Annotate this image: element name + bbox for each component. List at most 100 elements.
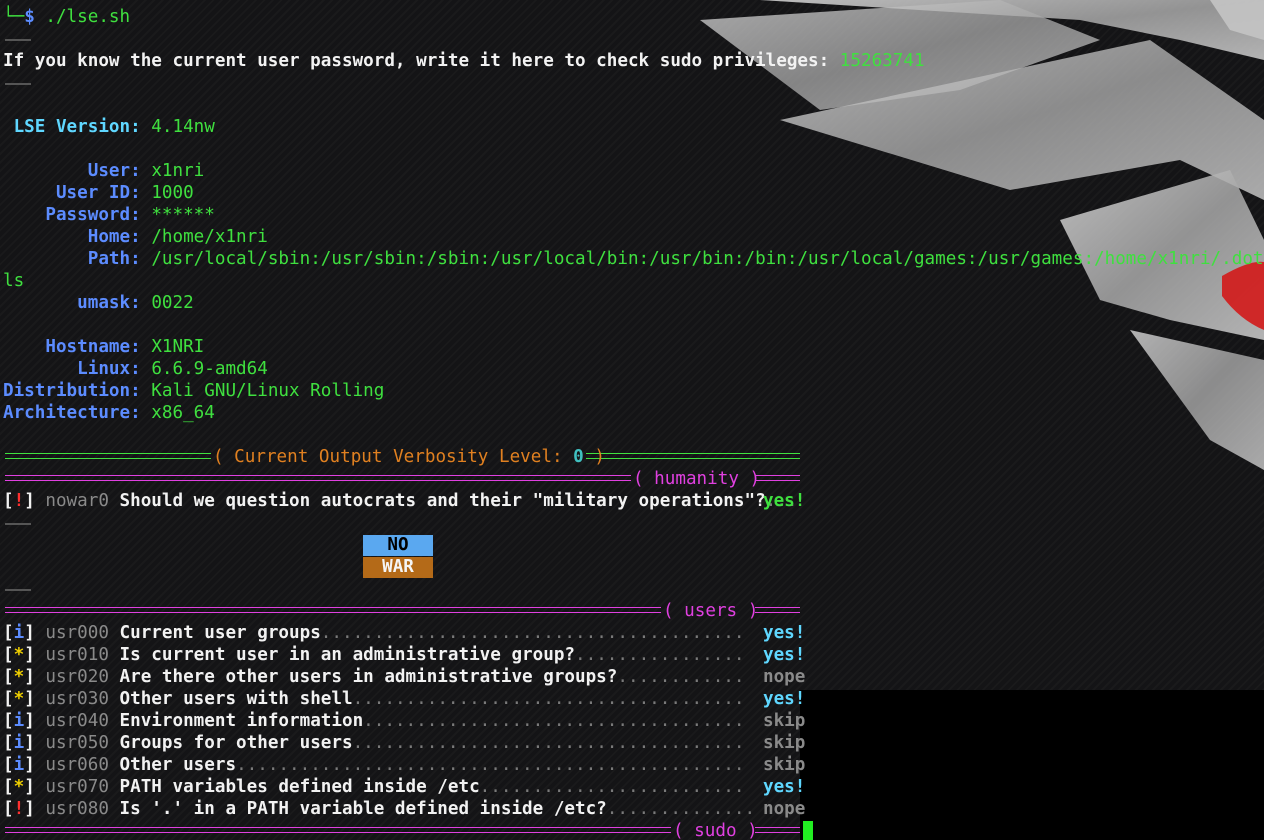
check-id: usr010 [45,645,109,665]
system-row-distribution: Distribution: Kali GNU/Linux Rolling [3,380,384,402]
check-text: Groups for other users [119,733,353,753]
check-result: yes! [763,623,806,643]
password-prompt-line: If you know the current user password, w… [3,50,925,72]
check-marker: ! [13,491,25,511]
verbosity-rule-left [5,453,211,459]
system-value: Kali GNU/Linux Rolling [151,381,385,401]
command-text: ./lse.sh [45,7,131,27]
info-value: /home/x1nri [151,227,268,247]
check-id: usr060 [45,755,109,775]
check-row-usr020: [*] usr020 Are there other users in admi… [3,667,745,687]
check-marker: i [13,623,25,643]
check-id: usr050 [45,733,109,753]
check-id: usr000 [45,623,109,643]
password-prompt-question: If you know the current user password, w… [3,51,830,71]
check-dots: ........................................… [236,755,745,775]
system-value: X1NRI [151,337,205,357]
check-text: Are there other users in administrative … [119,667,618,687]
check-dots: ........................................ [320,623,745,643]
system-label: Architecture: [3,403,141,423]
check-row-usr030: [*] usr030 Other users with shell.......… [3,689,745,709]
check-marker: i [13,711,25,731]
info-row-umask: umask: 0022 [3,292,194,314]
check-dots: .................................... [363,711,745,731]
info-value: x1nri [151,161,205,181]
check-dots: .............. [606,799,756,819]
check-row-usr050: [i] usr050 Groups for other users.......… [3,733,745,753]
info-row-password: Password: ****** [3,204,215,226]
check-result: yes! [763,689,806,709]
check-row-usr040: [i] usr040 Environment information......… [3,711,745,731]
users-rule-left [5,607,661,613]
system-row-architecture: Architecture: x86_64 [3,402,215,424]
check-row-usr010: [*] usr010 Is current user in an adminis… [3,645,745,665]
check-id: usr020 [45,667,109,687]
info-row-user: User: x1nri [3,160,205,182]
check-result: skip [763,711,806,731]
separator-dash [5,523,31,525]
info-row-home: Home: /home/x1nri [3,226,268,248]
check-text: Current user groups [119,623,321,643]
check-result: yes! [763,645,806,665]
sudo-rule-left [5,827,671,833]
check-row-usr080: [!] usr080 Is '.' in a PATH variable def… [3,799,756,819]
check-result: skip [763,733,806,753]
password-prompt-answer[interactable]: 15263741 [840,51,925,71]
check-text: PATH variables defined inside /etc [119,777,480,797]
verbosity-heading: ( Current Output Verbosity Level: 0 ) [213,446,605,468]
users-rule-right [755,607,800,613]
banner-no: NO [363,535,433,556]
check-dots: ..................................... [352,689,745,709]
check-marker: * [13,667,25,687]
section-heading-humanity: ( humanity ) [633,468,760,490]
check-row-nowar0: [!] nowar0 Should we question autocrats … [3,491,798,511]
info-row-path: Path: /usr/local/sbin:/usr/sbin:/sbin:/u… [3,248,1264,270]
check-text: Environment information [119,711,364,731]
check-text: Other users with shell [119,689,353,709]
system-label: Hostname: [45,337,141,357]
info-value: 1000 [151,183,194,203]
check-result: yes! [763,777,806,797]
info-value-continued: ls [3,271,25,291]
terminal-cursor[interactable] [803,821,813,840]
check-result: nope [763,667,806,687]
command-prompt-line: └─$ ./lse.sh [3,6,130,28]
info-row-user-id: User ID: 1000 [3,182,194,204]
info-label: User: [87,161,141,181]
system-label: Distribution: [3,381,141,401]
check-text: Is '.' in a PATH variable defined inside… [119,799,607,819]
system-row-linux: Linux: 6.6.9-amd64 [3,358,268,380]
section-heading-users: ( users ) [663,600,758,622]
check-row-usr070: [*] usr070 PATH variables defined inside… [3,777,745,797]
verbosity-close: ) [594,447,605,467]
terminal-window[interactable]: └─ └─$ ./lse.sh If you know the current … [0,0,1264,840]
lse-version-label: LSE Version: [13,117,141,137]
separator-dash [5,589,31,591]
check-result: nope [763,799,806,819]
verbosity-label: ( Current Output Verbosity Level: [213,447,563,467]
info-label: Path: [87,249,141,269]
separator-dash [5,83,31,85]
check-id: usr040 [45,711,109,731]
humanity-rule-right [755,475,800,481]
check-marker: * [13,777,25,797]
system-row-hostname: Hostname: X1NRI [3,336,204,358]
section-sudo-label: ( sudo ) [673,821,758,840]
lse-version-line: LSE Version: 4.14nw [3,116,215,138]
section-heading-sudo: ( sudo ) [673,820,758,840]
system-value: x86_64 [151,403,215,423]
check-id: usr080 [45,799,109,819]
check-row-usr060: [i] usr060 Other users..................… [3,755,745,775]
section-humanity-label: ( humanity ) [633,469,761,489]
verbosity-rule-right [586,453,800,459]
check-result: yes! [763,491,806,511]
system-label: Linux: [77,359,141,379]
desktop-dark-area [800,690,1264,840]
prompt-dollar: $ [24,7,35,27]
check-dots: ......................... [479,777,745,797]
info-row-path-continued: ls [3,270,24,292]
check-text: Is current user in an administrative gro… [119,645,576,665]
humanity-rule-left [5,475,631,481]
check-id: usr070 [45,777,109,797]
info-label: Home: [87,227,141,247]
